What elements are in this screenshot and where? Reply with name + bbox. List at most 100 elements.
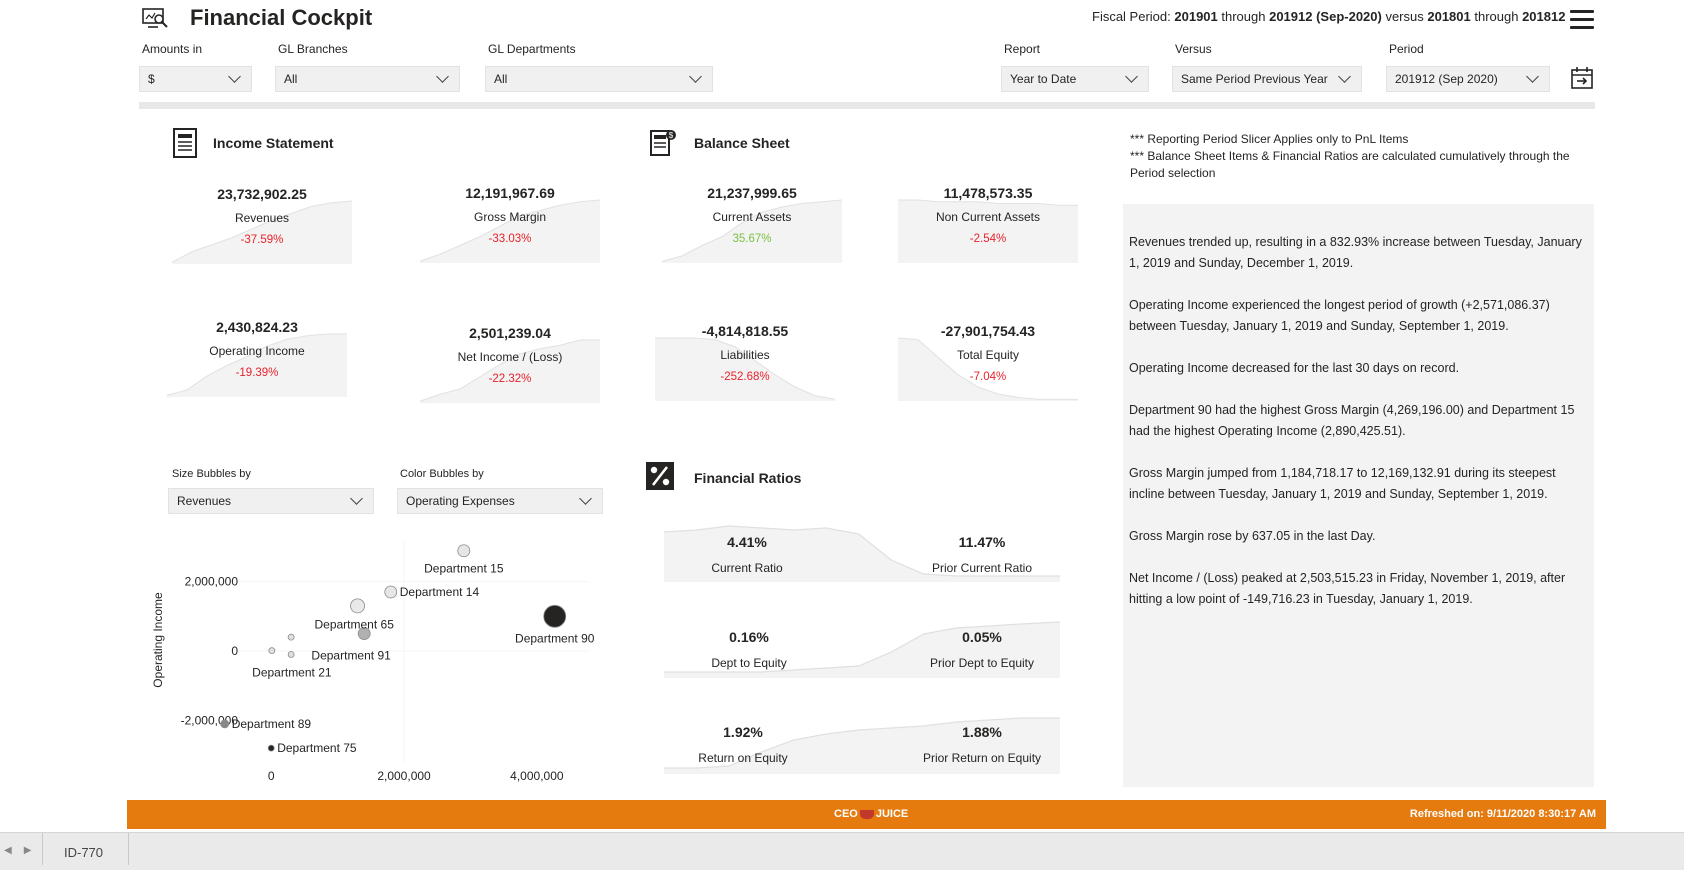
versus-dropdown[interactable]: Same Period Previous Year xyxy=(1172,66,1362,92)
percent-icon xyxy=(646,462,674,490)
y-tick-label: 2,000,000 xyxy=(185,575,239,589)
kpi-value: -27,901,754.43 xyxy=(940,323,1036,339)
bubble-department-75[interactable] xyxy=(267,744,275,752)
kpi-sparkline xyxy=(655,337,835,401)
report-slicer-label: Report xyxy=(1004,42,1041,56)
kpi-label: Revenues xyxy=(234,211,290,225)
ratio-current-ratio: 4.41% Current Ratio xyxy=(647,534,847,575)
monitor-search-icon xyxy=(142,8,168,28)
ratio-label: Prior Return on Equity xyxy=(922,751,1042,765)
ceo-juice-logo: CEO JUICE xyxy=(834,808,909,820)
departments-dropdown[interactable]: All xyxy=(485,66,713,92)
kpi-change-percent: -252.68% xyxy=(720,371,770,383)
kpi-sparkline xyxy=(167,333,347,397)
calendar-arrow-icon[interactable] xyxy=(1570,66,1594,90)
period-slicer-label: Period xyxy=(1389,42,1424,56)
narrative-paragraph: Net Income / (Loss) peaked at 2,503,515.… xyxy=(1129,571,1566,606)
smart-narrative-panel: Revenues trended up, resulting in a 832.… xyxy=(1123,204,1594,787)
report-dropdown[interactable]: Year to Date xyxy=(1001,66,1149,92)
branches-dropdown[interactable]: All xyxy=(275,66,460,92)
bubble-label: Department 14 xyxy=(400,585,480,599)
narrative-paragraph: Gross Margin rose by 637.05 in the last … xyxy=(1129,529,1376,543)
note-line-2: *** Balance Sheet Items & Financial Rati… xyxy=(1130,149,1570,180)
header-divider xyxy=(139,102,1595,109)
kpi-change-percent: -19.39% xyxy=(235,367,279,379)
amounts-dropdown-value: $ xyxy=(148,72,155,86)
chevron-down-icon xyxy=(1125,70,1138,83)
bubble-department-14[interactable] xyxy=(384,585,398,599)
y-axis-label: Operating Income xyxy=(151,592,165,688)
page-tab-bar: ◀▶ ID-770 xyxy=(0,832,1684,870)
ratio-prior-return-on-equity: 1.88% Prior Return on Equity xyxy=(882,724,1082,765)
kpi-label: Liabilities xyxy=(720,348,770,362)
color-bubbles-value: Operating Expenses xyxy=(406,494,515,508)
bubble-department-21[interactable] xyxy=(268,647,276,655)
bubble-department-15[interactable] xyxy=(457,544,471,558)
kpi-change-percent: -37.59% xyxy=(240,234,284,246)
size-bubbles-label: Size Bubbles by xyxy=(172,468,251,480)
chevron-down-icon xyxy=(579,492,592,505)
ratio-return-on-equity: 1.92% Return on Equity xyxy=(643,724,843,765)
kpi-sparkline xyxy=(662,199,842,263)
kpi-value: 2,430,824.23 xyxy=(216,319,298,335)
kpi-change-percent: -33.03% xyxy=(488,233,532,245)
kpi-value: 11,478,573.35 xyxy=(943,185,1033,201)
ratio-value: 11.47% xyxy=(958,534,1006,550)
kpi-change-percent: -2.54% xyxy=(969,233,1007,245)
bubble-dept-unlabeled-a[interactable] xyxy=(350,598,365,614)
ratio-prior-current-ratio: 11.47% Prior Current Ratio xyxy=(882,534,1082,575)
kpi-sparkline xyxy=(172,200,352,264)
kpi-label: Total Equity xyxy=(956,348,1020,362)
ratio-value: 1.92% xyxy=(723,724,763,740)
bubble-label: Department 89 xyxy=(232,717,312,731)
period-dropdown[interactable]: 201912 (Sep 2020) xyxy=(1386,66,1550,92)
ratio-value: 1.88% xyxy=(962,724,1002,740)
hamburger-menu-icon[interactable] xyxy=(1570,10,1594,30)
page-tab-id-770[interactable]: ID-770 xyxy=(64,845,103,860)
kpi-change-percent: -22.32% xyxy=(488,373,532,385)
color-bubbles-label: Color Bubbles by xyxy=(400,468,484,480)
chevron-down-icon xyxy=(1338,70,1351,83)
kpi-change-percent: -7.04% xyxy=(969,371,1007,383)
kpi-sparkline xyxy=(420,199,600,263)
balance-sheet-icon: $ xyxy=(650,130,676,156)
size-bubbles-dropdown[interactable]: Revenues xyxy=(168,488,374,514)
notes-block: *** Reporting Period Slicer Applies only… xyxy=(1130,131,1570,182)
narrative-paragraph: Operating Income decreased for the last … xyxy=(1129,361,1460,375)
footer-bar: CEO JUICE Refreshed on: 9/11/2020 8:30:17… xyxy=(127,800,1606,829)
bubble-label: Department 90 xyxy=(515,631,595,645)
amounts-dropdown[interactable]: $ xyxy=(139,66,252,92)
kpi-label: Gross Margin xyxy=(473,210,547,224)
bubble-department-90[interactable] xyxy=(543,604,567,628)
kpi-value: 21,237,999.65 xyxy=(707,185,797,201)
tab-nav-arrows-icon[interactable]: ◀▶ xyxy=(4,845,43,856)
bubble-department-89[interactable] xyxy=(220,719,230,729)
fiscal-period-text: Fiscal Period: 201901 through 201912 (Se… xyxy=(1092,9,1566,24)
kpi-change-percent: 35.67% xyxy=(732,233,772,245)
y-tick-label: 0 xyxy=(231,644,238,658)
income-statement-title: Income Statement xyxy=(213,135,334,151)
departments-slicer-label: GL Departments xyxy=(488,42,576,56)
chevron-down-icon xyxy=(1526,70,1539,83)
color-bubbles-dropdown[interactable]: Operating Expenses xyxy=(397,488,603,514)
bubble-department-91[interactable] xyxy=(287,651,295,658)
income-statement-icon xyxy=(173,128,197,158)
versus-dropdown-value: Same Period Previous Year xyxy=(1181,72,1328,86)
chevron-down-icon xyxy=(689,70,702,83)
scatter-chart: 2,000,000 0 -2,000,000 0 2,000,000 4,000,000 D… xyxy=(151,540,595,790)
ratio-label: Dept to Equity xyxy=(711,656,787,670)
kpi-card-current-assets: 21,237,999.65 Current Assets 35.67% xyxy=(662,185,842,265)
kpi-label: Current Assets xyxy=(712,210,792,224)
refresh-timestamp: Refreshed on: 9/11/2020 8:30:17 AM xyxy=(1409,808,1596,820)
branches-dropdown-value: All xyxy=(284,72,298,86)
ratio-label: Prior Current Ratio xyxy=(931,561,1033,575)
narrative-paragraph: Gross Margin jumped from 1,184,718.17 to… xyxy=(1129,466,1556,501)
bubble-dept-unlabeled-b[interactable] xyxy=(287,633,295,641)
kpi-value: 12,191,967.69 xyxy=(465,185,555,201)
kpi-sparkline xyxy=(898,199,1078,263)
ratio-dept-to-equity: 0.16% Dept to Equity xyxy=(649,629,849,670)
chevron-down-icon xyxy=(228,70,241,83)
kpi-value: -4,814,818.55 xyxy=(701,323,789,339)
departments-dropdown-value: All xyxy=(494,72,508,86)
page-title: Financial Cockpit xyxy=(190,5,373,30)
